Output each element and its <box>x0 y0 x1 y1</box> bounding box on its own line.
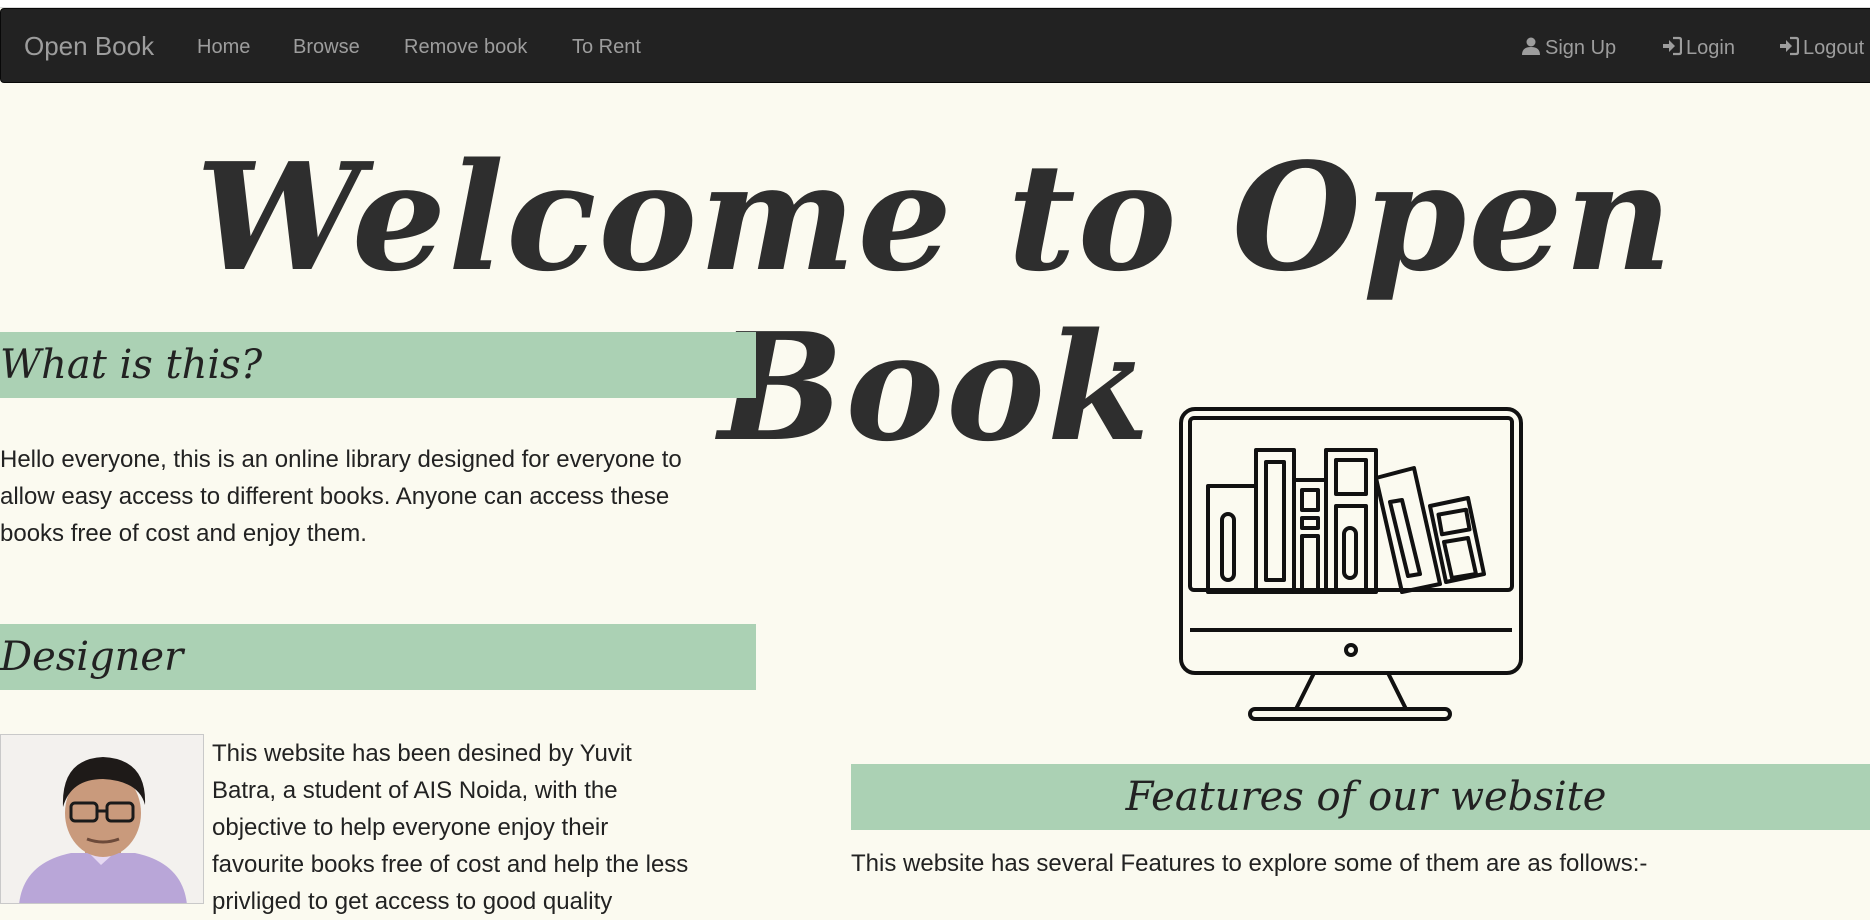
logout-icon <box>1780 36 1799 56</box>
about-line: books free of cost and enjoy them. <box>0 520 367 547</box>
designer-photo <box>0 734 204 904</box>
page-title: Welcome to Open Book <box>195 130 1675 474</box>
nav-browse[interactable]: Browse <box>293 36 360 59</box>
designer-heading: Designer <box>0 634 184 680</box>
library-monitor-icon <box>1179 407 1523 721</box>
about-line: Hello everyone, this is an online librar… <box>0 446 682 473</box>
user-icon <box>1522 37 1540 55</box>
about-line: allow easy access to different books. An… <box>0 483 670 510</box>
nav-login[interactable]: Login <box>1662 36 1735 60</box>
browser-top-border <box>0 0 1870 8</box>
navbar-brand[interactable]: Open Book <box>24 31 154 62</box>
designer-line: This website has been desined by Yuvit <box>212 740 632 767</box>
nav-home[interactable]: Home <box>197 36 250 59</box>
designer-line: privliged to get access to good quality <box>212 888 613 915</box>
designer-line: objective to help everyone enjoy their <box>212 814 609 841</box>
sign-up-label: Sign Up <box>1545 37 1617 59</box>
login-icon <box>1663 36 1682 56</box>
about-heading-bar: What is this? <box>0 332 756 398</box>
nav-logout[interactable]: Logout <box>1779 36 1864 60</box>
designer-heading-bar: Designer <box>0 624 756 690</box>
about-heading: What is this? <box>0 342 263 388</box>
nav-to-rent[interactable]: To Rent <box>572 36 641 59</box>
designer-line: favourite books free of cost and help th… <box>212 851 689 878</box>
designer-portrait-image <box>1 735 203 903</box>
features-heading: Features of our website <box>1125 774 1607 820</box>
navbar: Open Book Home Browse Remove book To Ren… <box>0 8 1870 83</box>
designer-line: Batra, a student of AIS Noida, with the <box>212 777 618 804</box>
nav-sign-up[interactable]: Sign Up <box>1521 36 1616 60</box>
designer-text: This website has been desined by Yuvit B… <box>212 735 772 920</box>
features-intro: This website has several Features to exp… <box>851 850 1648 877</box>
about-text: Hello everyone, this is an online librar… <box>0 441 760 552</box>
logout-label: Logout <box>1803 37 1865 59</box>
nav-remove-book[interactable]: Remove book <box>404 36 527 59</box>
features-heading-bar: Features of our website <box>851 764 1870 830</box>
login-label: Login <box>1686 37 1735 59</box>
